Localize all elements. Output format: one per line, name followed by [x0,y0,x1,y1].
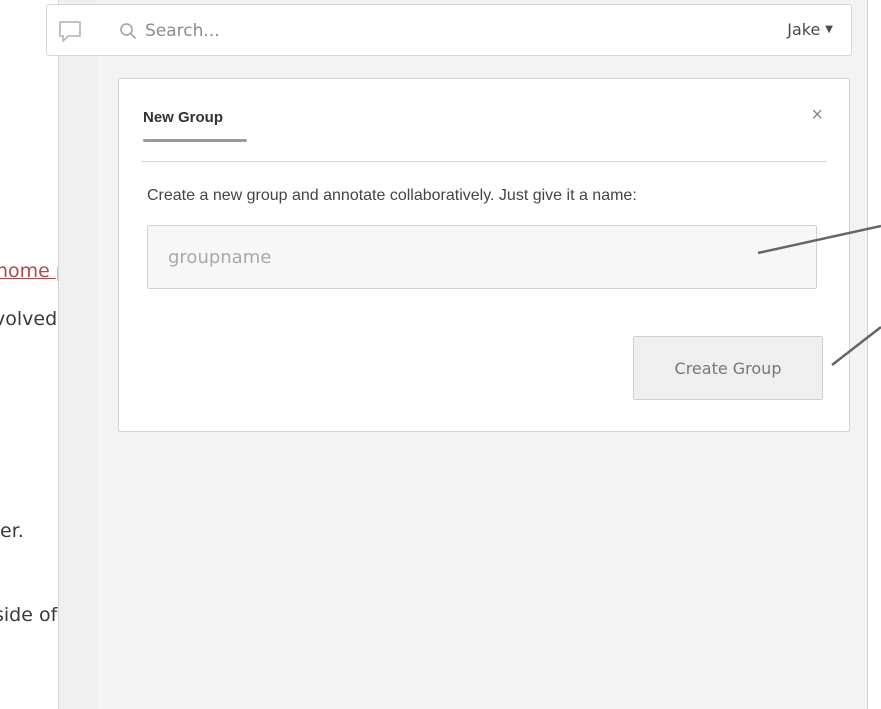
create-group-button[interactable]: Create Group [633,336,823,400]
background-page-text: side of [0,604,58,626]
tab-new-group[interactable]: New Group [143,109,223,126]
user-menu[interactable]: Jake ▼ [787,20,833,39]
user-name: Jake [787,20,821,39]
new-group-panel: New Group × Create a new group and annot… [118,78,850,432]
sidebar-topbar: Jake ▼ [46,4,852,56]
active-tab-indicator [143,139,247,142]
search-input[interactable] [143,16,663,46]
background-page-text: volved [0,308,58,330]
chevron-down-icon: ▼ [825,24,833,35]
search-icon [119,22,137,40]
divider [141,161,827,162]
new-group-instructions: Create a new group and annotate collabor… [147,187,637,204]
background-page-text: er. [0,520,24,542]
speech-bubble-icon[interactable] [57,19,83,45]
group-name-input[interactable] [147,225,817,289]
close-icon[interactable]: × [811,105,823,125]
